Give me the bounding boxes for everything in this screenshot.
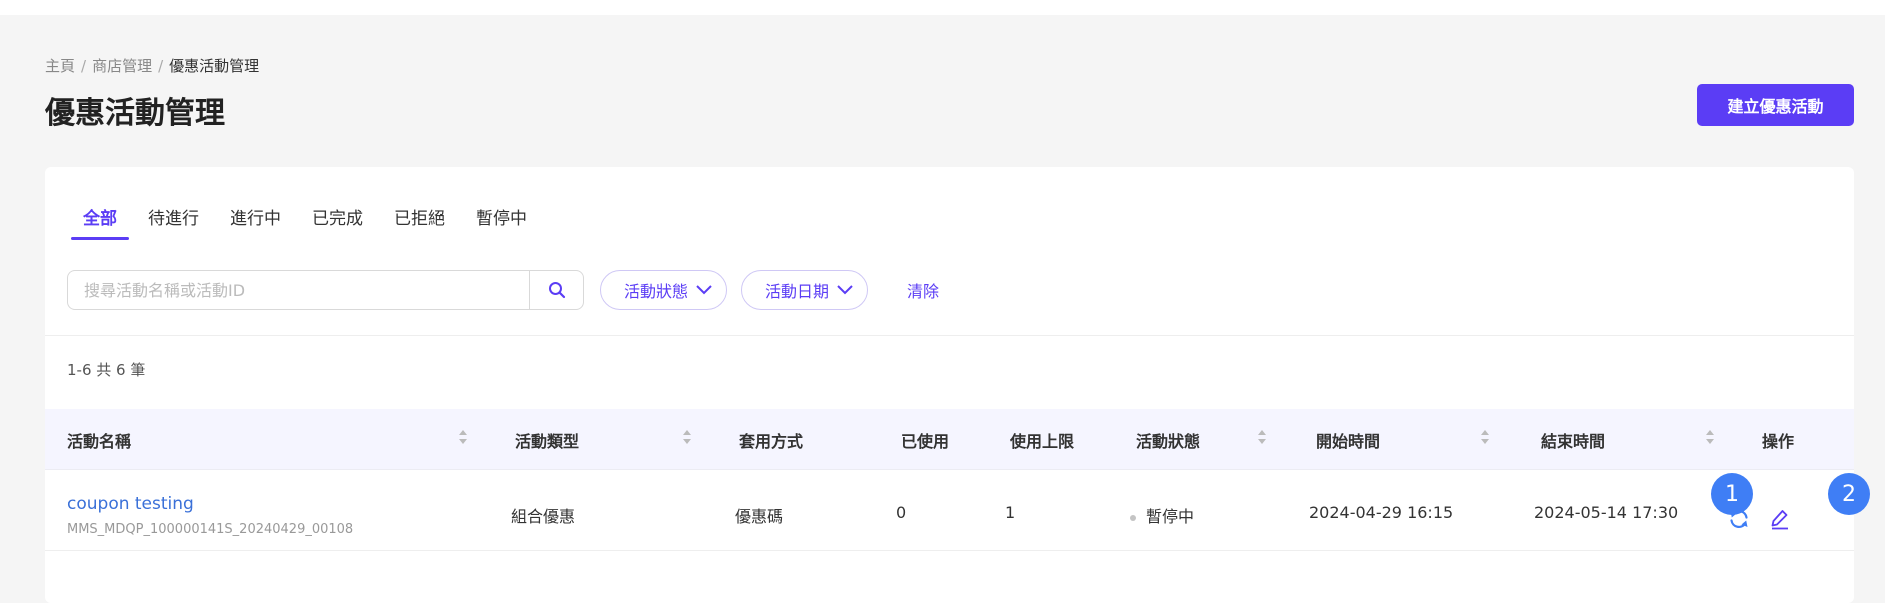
search-button[interactable]	[529, 270, 584, 310]
table-header: 活動名稱 活動類型 套用方式 已使用 使用上限 活動狀態 開始時間 結束時間 操…	[45, 409, 1854, 470]
search-input[interactable]	[67, 270, 529, 310]
tab-in-progress[interactable]: 進行中	[230, 204, 281, 240]
breadcrumb-separator: /	[158, 57, 164, 75]
cell-type: 組合優惠	[511, 507, 576, 526]
header-type[interactable]: 活動類型	[515, 428, 579, 452]
cell-used: 0	[896, 503, 907, 522]
promotion-name-link[interactable]: coupon testing	[67, 494, 194, 514]
page-title: 優惠活動管理	[45, 96, 225, 131]
cell-start-time: 2024-04-29 16:15	[1309, 503, 1454, 522]
annotation-badge-2: 2	[1828, 473, 1870, 515]
cell-method: 優惠碼	[735, 507, 784, 526]
filter-row: 活動狀態 活動日期 清除	[67, 270, 939, 310]
breadcrumb-separator: /	[81, 57, 87, 75]
sort-icon[interactable]	[458, 429, 468, 445]
header-limit: 使用上限	[1010, 432, 1075, 451]
header-status[interactable]: 活動狀態	[1136, 428, 1200, 452]
header-start[interactable]: 開始時間	[1316, 428, 1380, 452]
breadcrumb-store-management[interactable]: 商店管理	[92, 57, 152, 75]
tab-rejected[interactable]: 已拒絕	[394, 204, 445, 240]
search-icon	[548, 282, 565, 299]
header-end[interactable]: 結束時間	[1541, 428, 1605, 452]
divider	[45, 335, 1854, 336]
status-label: 暫停中	[1146, 507, 1195, 526]
chevron-down-icon	[696, 285, 712, 295]
header-actions: 操作	[1762, 432, 1795, 451]
cell-status: 暫停中	[1130, 503, 1194, 527]
status-filter-label: 活動狀態	[624, 282, 689, 301]
sort-icon[interactable]	[1257, 429, 1267, 445]
chevron-down-icon	[837, 285, 853, 295]
breadcrumb-home[interactable]: 主頁	[45, 57, 75, 75]
sort-icon[interactable]	[1705, 429, 1715, 445]
status-tabs: 全部 待進行 進行中 已完成 已拒絕 暫停中	[71, 204, 558, 240]
table-row: coupon testing MMS_MDQP_100000141S_20240…	[45, 470, 1854, 551]
header-used: 已使用	[901, 432, 950, 451]
annotation-badge-1: 1	[1711, 473, 1753, 515]
breadcrumb-current: 優惠活動管理	[169, 57, 260, 75]
breadcrumb: 主頁 / 商店管理 / 優惠活動管理	[45, 55, 259, 76]
create-promotion-button[interactable]: 建立優惠活動	[1697, 84, 1854, 126]
cell-limit: 1	[1005, 503, 1016, 522]
tab-paused[interactable]: 暫停中	[476, 204, 527, 240]
table-row	[45, 551, 1854, 603]
cell-end-time: 2024-05-14 17:30	[1534, 503, 1679, 522]
edit-icon[interactable]	[1769, 508, 1791, 530]
promotion-card: 全部 待進行 進行中 已完成 已拒絕 暫停中 活動狀態 活動日期 清除	[45, 167, 1854, 603]
sort-icon[interactable]	[682, 429, 692, 445]
date-filter-dropdown[interactable]: 活動日期	[741, 270, 869, 310]
header-method: 套用方式	[739, 432, 804, 451]
header-name[interactable]: 活動名稱	[67, 428, 131, 452]
promotion-id: MMS_MDQP_100000141S_20240429_00108	[67, 522, 354, 537]
result-count: 1-6 共 6 筆	[67, 361, 146, 379]
sort-icon[interactable]	[1480, 429, 1490, 445]
date-filter-label: 活動日期	[765, 282, 830, 301]
clear-filters-link[interactable]: 清除	[907, 278, 939, 302]
tab-pending[interactable]: 待進行	[148, 204, 199, 240]
status-dot	[1130, 514, 1136, 521]
status-filter-dropdown[interactable]: 活動狀態	[600, 270, 728, 310]
tab-all[interactable]: 全部	[71, 204, 129, 240]
tab-completed[interactable]: 已完成	[312, 204, 363, 240]
